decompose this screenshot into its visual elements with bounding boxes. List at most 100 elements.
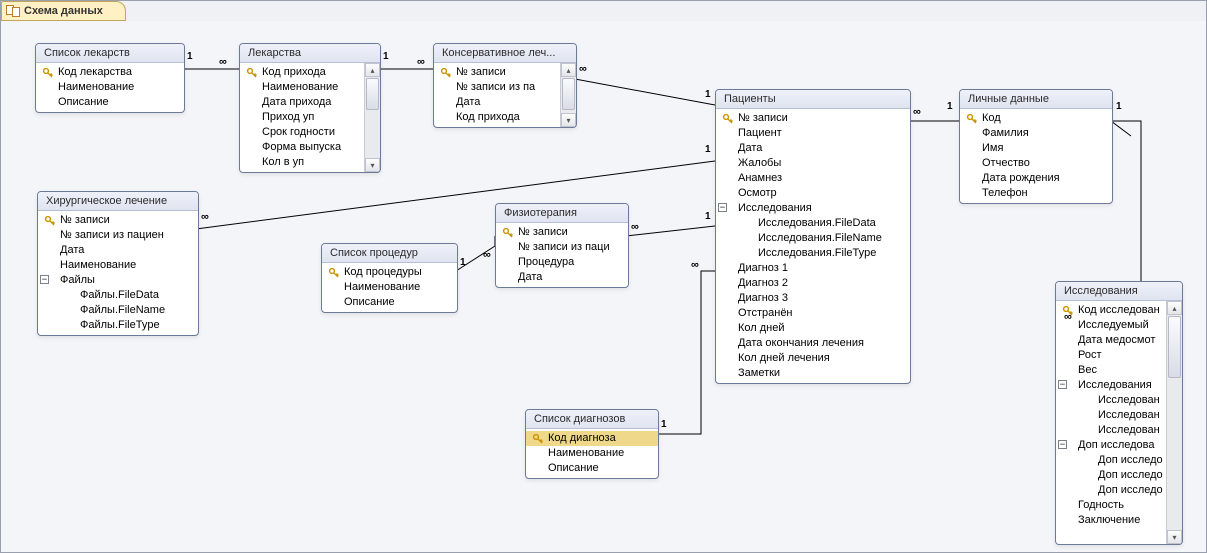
field-row[interactable]: Файлы.FileType (38, 318, 198, 333)
field-row[interactable]: Имя (960, 141, 1112, 156)
collapse-icon[interactable]: − (1058, 440, 1067, 449)
field-row[interactable]: Код прихода (240, 65, 364, 80)
field-row[interactable]: Форма выпуска (240, 140, 364, 155)
field-row[interactable]: № записи из паци (496, 240, 628, 255)
collapse-icon[interactable]: − (1058, 380, 1067, 389)
scroll-down-icon[interactable]: ▾ (365, 158, 380, 172)
field-row[interactable]: № записи из пациен (38, 228, 198, 243)
field-row[interactable]: Файлы.FileName (38, 303, 198, 318)
field-row[interactable]: Заметки (716, 366, 910, 381)
field-row[interactable]: Процедура (496, 255, 628, 270)
field-row[interactable]: Код исследован (1056, 303, 1166, 318)
field-row[interactable]: Осмотр (716, 186, 910, 201)
table-title[interactable]: Лекарства (240, 44, 380, 63)
table-research[interactable]: Исследования Код исследованИсследуемыйДа… (1055, 281, 1183, 545)
table-title[interactable]: Список диагнозов (526, 410, 658, 429)
table-title[interactable]: Консервативное леч... (434, 44, 576, 63)
field-row[interactable]: −Исследования (1056, 378, 1166, 393)
field-row[interactable]: № записи из па (434, 80, 560, 95)
field-row[interactable]: Наименование (526, 446, 658, 461)
scroll-down-icon[interactable]: ▾ (1167, 530, 1182, 544)
scrollbar[interactable]: ▴ ▾ (364, 63, 380, 172)
field-row[interactable]: Рост (1056, 348, 1166, 363)
scrollbar[interactable]: ▴ ▾ (1166, 301, 1182, 544)
table-title[interactable]: Список лекарств (36, 44, 184, 63)
field-row[interactable]: № записи (496, 225, 628, 240)
field-row[interactable]: Исследуемый (1056, 318, 1166, 333)
field-row[interactable]: −Исследования (716, 201, 910, 216)
field-row[interactable]: Дата (38, 243, 198, 258)
table-diag-list[interactable]: Список диагнозов Код диагнозаНаименовани… (525, 409, 659, 479)
field-row[interactable]: Пациент (716, 126, 910, 141)
field-row[interactable]: Годность (1056, 498, 1166, 513)
table-conservative[interactable]: Консервативное леч... № записи№ записи и… (433, 43, 577, 128)
scroll-thumb[interactable] (366, 78, 379, 110)
field-row[interactable]: Файлы.FileData (38, 288, 198, 303)
table-personal[interactable]: Личные данные КодФамилияИмяОтчествоДата … (959, 89, 1113, 204)
scroll-thumb[interactable] (1168, 316, 1181, 378)
scroll-thumb[interactable] (562, 78, 575, 110)
field-row[interactable]: Заключение (1056, 513, 1166, 528)
field-row[interactable]: Жалобы (716, 156, 910, 171)
field-row[interactable]: Срок годности (240, 125, 364, 140)
field-row[interactable]: Исследован (1056, 408, 1166, 423)
field-row[interactable]: Доп исследо (1056, 453, 1166, 468)
field-row[interactable]: Код (960, 111, 1112, 126)
table-drugs[interactable]: Лекарства Код приходаНаименованиеДата пр… (239, 43, 381, 173)
field-row[interactable]: −Доп исследова (1056, 438, 1166, 453)
table-title[interactable]: Пациенты (716, 90, 910, 109)
table-title[interactable]: Список процедур (322, 244, 457, 263)
field-row[interactable]: Дата медосмот (1056, 333, 1166, 348)
field-row[interactable]: Кол дней (716, 321, 910, 336)
scrollbar[interactable]: ▴ ▾ (560, 63, 576, 127)
field-row[interactable]: № записи (434, 65, 560, 80)
scroll-up-icon[interactable]: ▴ (1167, 301, 1182, 315)
table-title[interactable]: Исследования (1056, 282, 1182, 301)
field-row[interactable]: Исследован (1056, 423, 1166, 438)
field-row[interactable]: Дата рождения (960, 171, 1112, 186)
field-row[interactable]: Код процедуры (322, 265, 457, 280)
field-row[interactable]: Наименование (36, 80, 184, 95)
field-row[interactable]: Доп исследо (1056, 483, 1166, 498)
field-row[interactable]: Диагноз 1 (716, 261, 910, 276)
field-row[interactable]: Исследования.FileData (716, 216, 910, 231)
field-row[interactable]: Наименование (322, 280, 457, 295)
field-row[interactable]: Код диагноза (526, 431, 658, 446)
scroll-up-icon[interactable]: ▴ (561, 63, 576, 77)
table-physio[interactable]: Физиотерапия № записи№ записи из пациПро… (495, 203, 629, 288)
field-row[interactable]: Отчество (960, 156, 1112, 171)
field-row[interactable]: Фамилия (960, 126, 1112, 141)
scroll-down-icon[interactable]: ▾ (561, 113, 576, 127)
table-patients[interactable]: Пациенты № записиПациентДатаЖалобыАнамне… (715, 89, 911, 384)
table-title[interactable]: Физиотерапия (496, 204, 628, 223)
field-row[interactable]: Дата прихода (240, 95, 364, 110)
field-row[interactable]: Доп исследо (1056, 468, 1166, 483)
field-row[interactable]: Исследования.FileName (716, 231, 910, 246)
field-row[interactable]: Кол в уп (240, 155, 364, 170)
table-proc-list[interactable]: Список процедур Код процедурыНаименовани… (321, 243, 458, 313)
field-row[interactable]: Диагноз 2 (716, 276, 910, 291)
field-row[interactable]: Телефон (960, 186, 1112, 201)
field-row[interactable]: Кол дней лечения (716, 351, 910, 366)
field-row[interactable]: Описание (36, 95, 184, 110)
field-row[interactable]: № записи (38, 213, 198, 228)
field-row[interactable]: −Файлы (38, 273, 198, 288)
field-row[interactable]: Приход уп (240, 110, 364, 125)
field-row[interactable]: Код прихода (434, 110, 560, 125)
table-title[interactable]: Личные данные (960, 90, 1112, 109)
field-row[interactable]: Наименование (38, 258, 198, 273)
field-row[interactable]: Отстранён (716, 306, 910, 321)
field-row[interactable]: Вес (1056, 363, 1166, 378)
collapse-icon[interactable]: − (718, 203, 727, 212)
field-row[interactable]: Исследован (1056, 393, 1166, 408)
collapse-icon[interactable]: − (40, 275, 49, 284)
field-row[interactable]: Исследования.FileType (716, 246, 910, 261)
field-row[interactable]: Диагноз 3 (716, 291, 910, 306)
field-row[interactable]: Код лекарства (36, 65, 184, 80)
field-row[interactable]: Дата (434, 95, 560, 110)
field-row[interactable]: Дата (496, 270, 628, 285)
field-row[interactable]: Анамнез (716, 171, 910, 186)
table-title[interactable]: Хирургическое лечение (38, 192, 198, 211)
field-row[interactable]: Дата окончания лечения (716, 336, 910, 351)
table-drug-list[interactable]: Список лекарств Код лекарстваНаименовани… (35, 43, 185, 113)
